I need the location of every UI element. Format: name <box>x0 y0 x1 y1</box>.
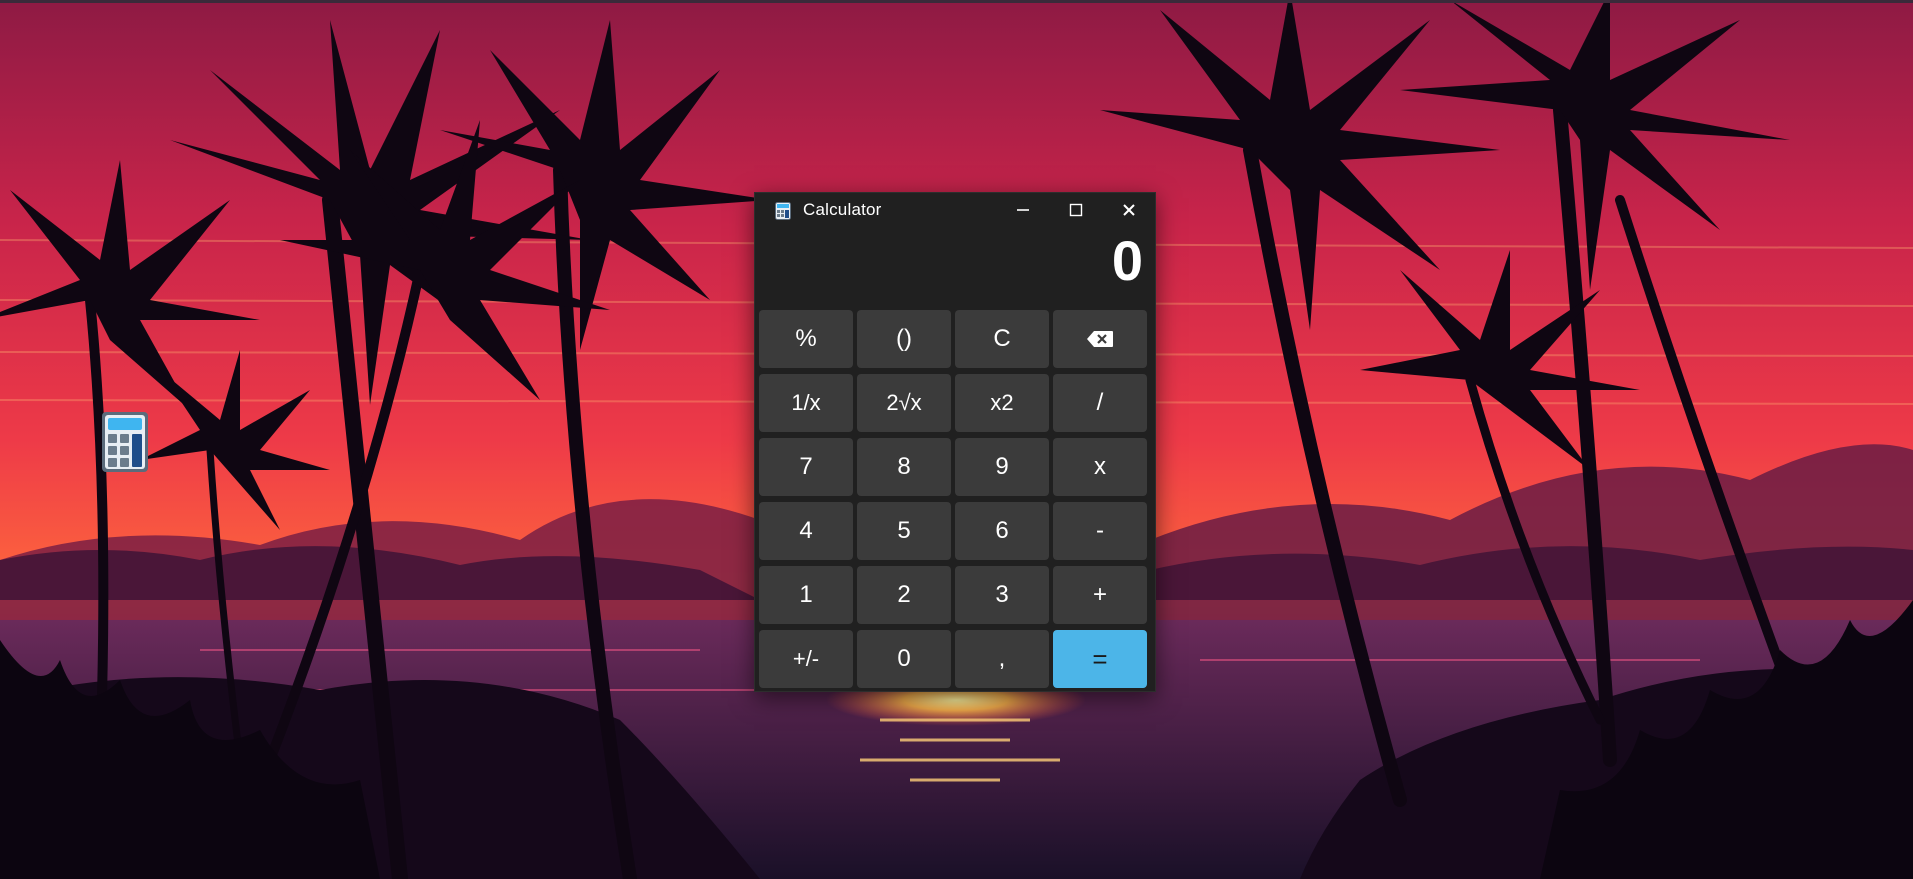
digit-3-button[interactable]: 3 <box>955 566 1049 624</box>
decimal-button[interactable]: , <box>955 630 1049 688</box>
digit-4-button[interactable]: 4 <box>759 502 853 560</box>
desktop-calculator-shortcut[interactable] <box>100 410 150 474</box>
digit-9-button[interactable]: 9 <box>955 438 1049 496</box>
square-root-button[interactable]: 2√x <box>857 374 951 432</box>
divide-button[interactable]: / <box>1053 374 1147 432</box>
digit-8-button[interactable]: 8 <box>857 438 951 496</box>
minimize-icon <box>1017 209 1029 211</box>
digit-0-button[interactable]: 0 <box>857 630 951 688</box>
minimize-button[interactable] <box>997 193 1049 227</box>
equals-button[interactable]: = <box>1053 630 1147 688</box>
calculator-window: Calculator 0 % () C 1/x 2√x x2 / 7 8 9 x… <box>754 192 1156 692</box>
keypad: % () C 1/x 2√x x2 / 7 8 9 x 4 5 6 - 1 2 … <box>759 310 1151 688</box>
square-button[interactable]: x2 <box>955 374 1049 432</box>
reciprocal-button[interactable]: 1/x <box>759 374 853 432</box>
parentheses-button[interactable]: () <box>857 310 951 368</box>
close-icon <box>1123 204 1135 216</box>
digit-5-button[interactable]: 5 <box>857 502 951 560</box>
digit-6-button[interactable]: 6 <box>955 502 1049 560</box>
multiply-button[interactable]: x <box>1053 438 1147 496</box>
desktop: Calculator 0 % () C 1/x 2√x x2 / 7 8 9 x… <box>0 0 1913 879</box>
result-display: 0 <box>1111 229 1143 292</box>
digit-7-button[interactable]: 7 <box>759 438 853 496</box>
window-title: Calculator <box>803 200 882 219</box>
title-bar[interactable]: Calculator <box>755 193 1155 227</box>
backspace-icon <box>1087 331 1113 347</box>
calculator-icon <box>775 202 791 220</box>
maximize-icon <box>1069 203 1083 217</box>
screen-top-edge <box>0 0 1913 3</box>
add-button[interactable]: + <box>1053 566 1147 624</box>
negate-button[interactable]: +/- <box>759 630 853 688</box>
digit-1-button[interactable]: 1 <box>759 566 853 624</box>
maximize-button[interactable] <box>1050 193 1102 227</box>
digit-2-button[interactable]: 2 <box>857 566 951 624</box>
percent-button[interactable]: % <box>759 310 853 368</box>
subtract-button[interactable]: - <box>1053 502 1147 560</box>
clear-button[interactable]: C <box>955 310 1049 368</box>
calculator-icon <box>102 412 148 472</box>
close-button[interactable] <box>1103 193 1155 227</box>
backspace-button[interactable] <box>1053 310 1147 368</box>
